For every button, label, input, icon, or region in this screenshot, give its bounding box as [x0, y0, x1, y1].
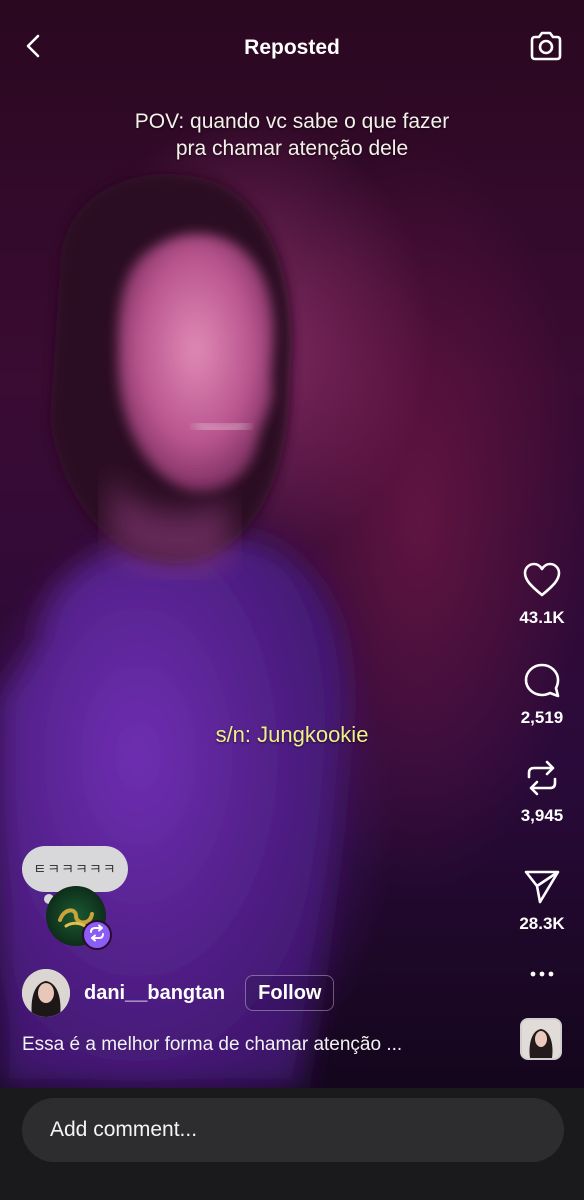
video-player[interactable]: Reposted POV: quando vc sabe o que fazer… [0, 0, 584, 1088]
camera-button[interactable] [526, 28, 566, 68]
heart-icon [522, 560, 562, 600]
comment-count: 2,519 [520, 708, 564, 727]
repost-count: 3,945 [520, 806, 564, 825]
send-icon [522, 866, 562, 906]
author-username[interactable]: dani__bangtan [84, 982, 225, 1005]
comment-button[interactable]: 2,519 [500, 660, 584, 728]
caption-line: POV: quando vc sabe o que fazer [134, 110, 450, 133]
video-caption: POV: quando vc sabe o que fazer pra cham… [60, 108, 524, 162]
share-button[interactable]: 28.3K [500, 866, 584, 934]
more-dots-icon [530, 965, 554, 983]
caption-line: pra chamar atenção dele [175, 137, 409, 160]
more-options-button[interactable] [528, 960, 556, 988]
comment-bar: Add comment... [0, 1088, 584, 1200]
repost-badge [82, 920, 112, 950]
follow-button[interactable]: Follow [245, 975, 335, 1011]
page-title: Reposted [244, 36, 340, 59]
post-description[interactable]: Essa é a melhor forma de chamar atenção … [22, 1034, 492, 1056]
author-row: dani__bangtan Follow [22, 968, 335, 1018]
camera-icon [529, 31, 563, 66]
video-subtitle: s/n: Jungkookie [215, 722, 369, 747]
add-comment-input[interactable]: Add comment... [22, 1098, 564, 1162]
like-count: 43.1K [519, 608, 565, 627]
author-avatar[interactable] [22, 969, 70, 1017]
comment-bubble-icon [522, 660, 562, 700]
like-button[interactable]: 43.1K [500, 560, 584, 628]
sound-thumbnail[interactable] [520, 1018, 562, 1060]
repost-button[interactable]: 3,945 [500, 758, 584, 826]
repost-icon [522, 758, 562, 798]
repost-badge-icon [88, 924, 106, 947]
share-count: 28.3K [519, 914, 565, 933]
